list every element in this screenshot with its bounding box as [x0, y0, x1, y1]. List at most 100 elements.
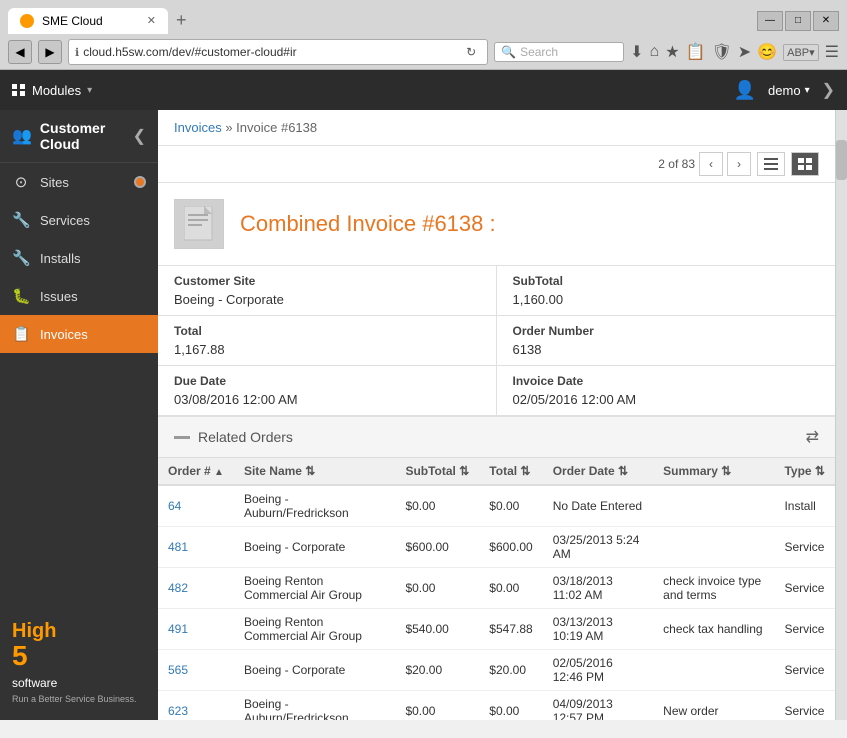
cell-site: Boeing - Auburn/Fredrickson [234, 485, 396, 527]
logo-software: software [12, 676, 57, 690]
address-bar[interactable]: ℹ cloud.h5sw.com/dev/#customer-cloud#ir … [68, 39, 488, 65]
invoices-icon: 📋 [12, 325, 30, 343]
scrollbar[interactable] [835, 110, 847, 720]
cell-date: 03/13/2013 10:19 AM [543, 609, 653, 650]
top-nav-right: 👤 demo ▾ ❯ [734, 80, 835, 101]
forward-button[interactable]: ▶ [38, 40, 62, 64]
services-icon: 🔧 [12, 211, 30, 229]
table-row[interactable]: 623 Boeing - Auburn/Fredrickson $0.00 $0… [158, 691, 835, 721]
cell-total: $0.00 [479, 568, 542, 609]
order-link[interactable]: 623 [168, 704, 188, 718]
col-total[interactable]: Total ⇅ [479, 458, 542, 485]
cell-subtotal: $20.00 [395, 650, 479, 691]
cell-site: Boeing Renton Commercial Air Group [234, 568, 396, 609]
invoice-title: Combined Invoice #6138 : [240, 211, 496, 237]
col-order[interactable]: Order # ▲ [158, 458, 234, 485]
sidebar-toggle-button[interactable]: ❯ [822, 80, 835, 100]
cell-site: Boeing Renton Commercial Air Group [234, 609, 396, 650]
back-button[interactable]: ◀ [8, 40, 32, 64]
cell-total: $600.00 [479, 527, 542, 568]
table-row[interactable]: 481 Boeing - Corporate $600.00 $600.00 0… [158, 527, 835, 568]
sites-icon: ⊙ [12, 173, 30, 191]
sort-arrow-site: ⇅ [305, 464, 315, 478]
order-link[interactable]: 481 [168, 540, 188, 554]
breadcrumb-current: Invoice #6138 [236, 120, 317, 135]
list-view-button[interactable] [757, 152, 785, 176]
logo-text: High 5 software [12, 620, 146, 692]
next-record-button[interactable]: › [727, 152, 751, 176]
tab-favicon [20, 14, 34, 28]
col-summary[interactable]: Summary ⇅ [653, 458, 774, 485]
record-position: 2 of 83 [658, 157, 695, 171]
window-controls: — □ ✕ [757, 11, 839, 31]
shield-icon[interactable]: 🛡 [711, 42, 731, 62]
modules-chevron: ▾ [87, 85, 92, 96]
modules-button[interactable]: Modules ▾ [12, 83, 92, 98]
table-row[interactable]: 482 Boeing Renton Commercial Air Group $… [158, 568, 835, 609]
sidebar-item-issues[interactable]: 🐛 Issues [0, 277, 158, 315]
cell-site: Boeing - Corporate [234, 527, 396, 568]
detail-view-button[interactable] [791, 152, 819, 176]
top-nav: Modules ▾ 👤 demo ▾ ❯ [0, 70, 847, 110]
col-subtotal[interactable]: SubTotal ⇅ [395, 458, 479, 485]
order-link[interactable]: 565 [168, 663, 188, 677]
logo-sub: Run a Better Service Business. [12, 694, 146, 704]
prev-record-button[interactable]: ‹ [699, 152, 723, 176]
table-header-row: Order # ▲ Site Name ⇅ SubTotal ⇅ Total ⇅… [158, 458, 835, 485]
clip-icon[interactable]: 📋 [686, 42, 706, 62]
user-menu-button[interactable]: demo ▾ [768, 83, 810, 98]
col-type[interactable]: Type ⇅ [774, 458, 835, 485]
cell-summary [653, 485, 774, 527]
cell-date: 03/18/2013 11:02 AM [543, 568, 653, 609]
transfer-icon[interactable]: ⇄ [806, 427, 819, 447]
ABP-icon[interactable]: ABP▾ [783, 44, 819, 61]
sidebar-item-invoices[interactable]: 📋 Invoices [0, 315, 158, 353]
cell-site: Boeing - Auburn/Fredrickson [234, 691, 396, 721]
cell-type: Service [774, 568, 835, 609]
minimize-button[interactable]: — [757, 11, 783, 31]
home-icon[interactable]: ⌂ [650, 43, 660, 61]
subtotal-value: 1,160.00 [513, 292, 820, 307]
search-box[interactable]: 🔍 Search [494, 42, 624, 62]
scroll-thumb[interactable] [836, 140, 847, 180]
subtotal-cell: SubTotal 1,160.00 [497, 266, 836, 316]
cell-summary: New order [653, 691, 774, 721]
sidebar-item-services[interactable]: 🔧 Services [0, 201, 158, 239]
sidebar-item-label: Installs [40, 251, 80, 266]
invoice-date-label: Invoice Date [513, 374, 820, 388]
sidebar-item-installs[interactable]: 🔧 Installs [0, 239, 158, 277]
cell-order: 481 [158, 527, 234, 568]
send-icon[interactable]: ➤ [738, 42, 751, 62]
invoice-date-cell: Invoice Date 02/05/2016 12:00 AM [497, 366, 836, 416]
table-row[interactable]: 64 Boeing - Auburn/Fredrickson $0.00 $0.… [158, 485, 835, 527]
refresh-button[interactable]: ↻ [461, 42, 481, 62]
content-scroll[interactable]: Combined Invoice #6138 : Customer Site B… [158, 183, 835, 720]
col-site[interactable]: Site Name ⇅ [234, 458, 396, 485]
maximize-button[interactable]: □ [785, 11, 811, 31]
order-link[interactable]: 64 [168, 499, 181, 513]
bookmark-icon[interactable]: ★ [665, 42, 679, 62]
invoice-doc-icon [174, 199, 224, 249]
new-tab-button[interactable]: + [172, 6, 191, 35]
logo-high: High [12, 620, 56, 642]
section-line [174, 436, 190, 439]
table-row[interactable]: 491 Boeing Renton Commercial Air Group $… [158, 609, 835, 650]
related-orders-header: Related Orders ⇄ [158, 417, 835, 458]
record-toolbar: 2 of 83 ‹ › [158, 146, 835, 183]
download-icon[interactable]: ⬇ [630, 42, 643, 62]
menu-icon[interactable]: ☰ [825, 42, 839, 62]
col-date[interactable]: Order Date ⇅ [543, 458, 653, 485]
cell-type: Service [774, 650, 835, 691]
sidebar-collapse-button[interactable]: ❮ [133, 126, 146, 146]
sidebar-item-sites[interactable]: ⊙ Sites [0, 163, 158, 201]
active-tab[interactable]: SME Cloud ✕ [8, 8, 168, 34]
close-button[interactable]: ✕ [813, 11, 839, 31]
order-link[interactable]: 482 [168, 581, 188, 595]
record-nav: 2 of 83 ‹ › [658, 152, 751, 176]
table-row[interactable]: 565 Boeing - Corporate $20.00 $20.00 02/… [158, 650, 835, 691]
tab-close-button[interactable]: ✕ [147, 14, 156, 27]
breadcrumb-parent[interactable]: Invoices [174, 120, 222, 135]
cell-summary: check invoice type and terms [653, 568, 774, 609]
order-link[interactable]: 491 [168, 622, 188, 636]
emoji-icon[interactable]: 😊 [757, 42, 777, 62]
